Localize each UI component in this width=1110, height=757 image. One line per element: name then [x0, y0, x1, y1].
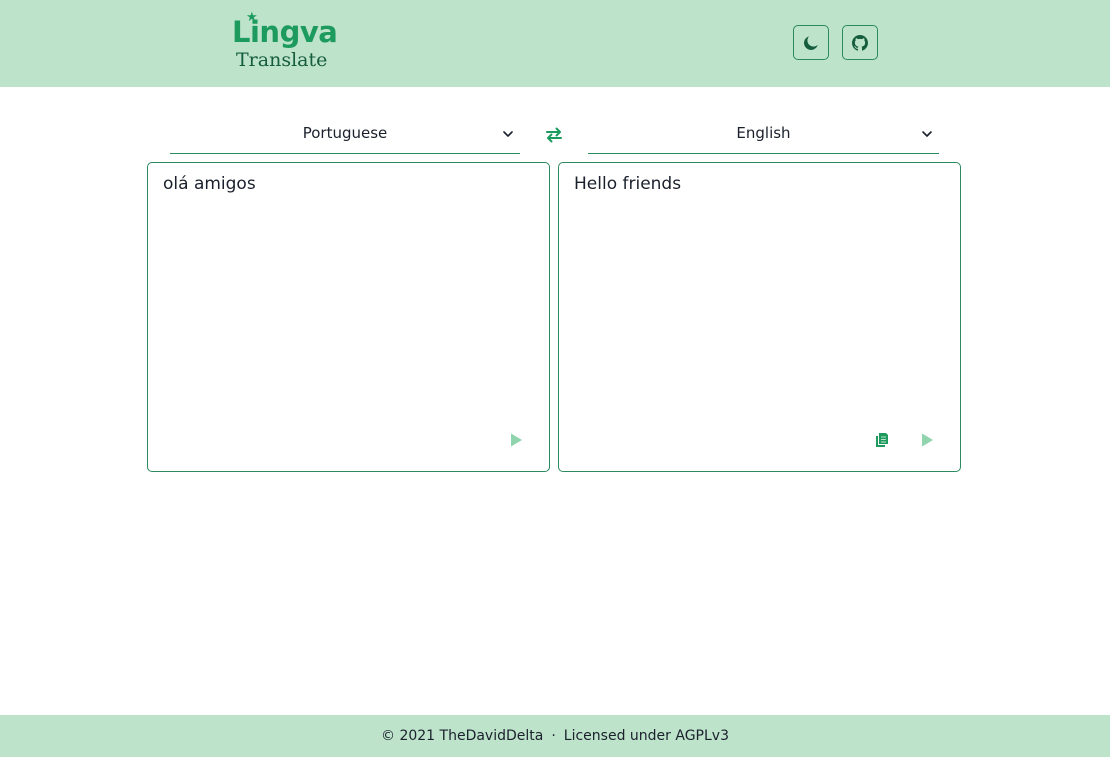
github-icon	[852, 34, 868, 51]
copyright-link[interactable]: © 2021 TheDavidDelta	[381, 728, 543, 744]
license-link[interactable]: Licensed under AGPLv3	[564, 728, 729, 744]
copy-translation-button[interactable]	[871, 429, 893, 451]
moon-icon	[804, 35, 818, 50]
translation-text-area[interactable]: Hello friends	[558, 162, 961, 472]
source-language-select[interactable]: Portuguese	[170, 116, 520, 154]
logo[interactable]: ★ Lingva Translate	[232, 11, 338, 73]
source-language-value: Portuguese	[302, 124, 388, 142]
target-language-value: English	[736, 124, 791, 142]
page: ★ Lingva Translate Portuguese English ol…	[0, 0, 1110, 757]
github-button[interactable]	[842, 25, 878, 60]
source-play-audio-button[interactable]	[505, 429, 527, 451]
logo-word: Lingva	[232, 15, 338, 49]
copy-icon	[876, 433, 888, 447]
chevron-down-icon	[503, 131, 513, 137]
logo-subtitle: Translate	[236, 49, 328, 71]
translation-play-audio-button[interactable]	[916, 429, 938, 451]
swap-arrows-icon	[546, 127, 562, 143]
swap-languages-button[interactable]	[540, 122, 568, 148]
chevron-down-icon	[922, 131, 932, 137]
target-language-select[interactable]: English	[588, 116, 939, 154]
source-text-area[interactable]: olá amigos	[147, 162, 550, 472]
source-text: olá amigos	[163, 174, 256, 194]
footer: © 2021 TheDavidDelta · Licensed under AG…	[0, 715, 1110, 757]
toggle-theme-button[interactable]	[793, 25, 829, 60]
header: ★ Lingva Translate	[0, 0, 1110, 87]
translated-text: Hello friends	[574, 174, 682, 194]
footer-separator: ·	[551, 728, 556, 744]
play-icon	[922, 433, 933, 447]
play-icon	[511, 433, 522, 447]
